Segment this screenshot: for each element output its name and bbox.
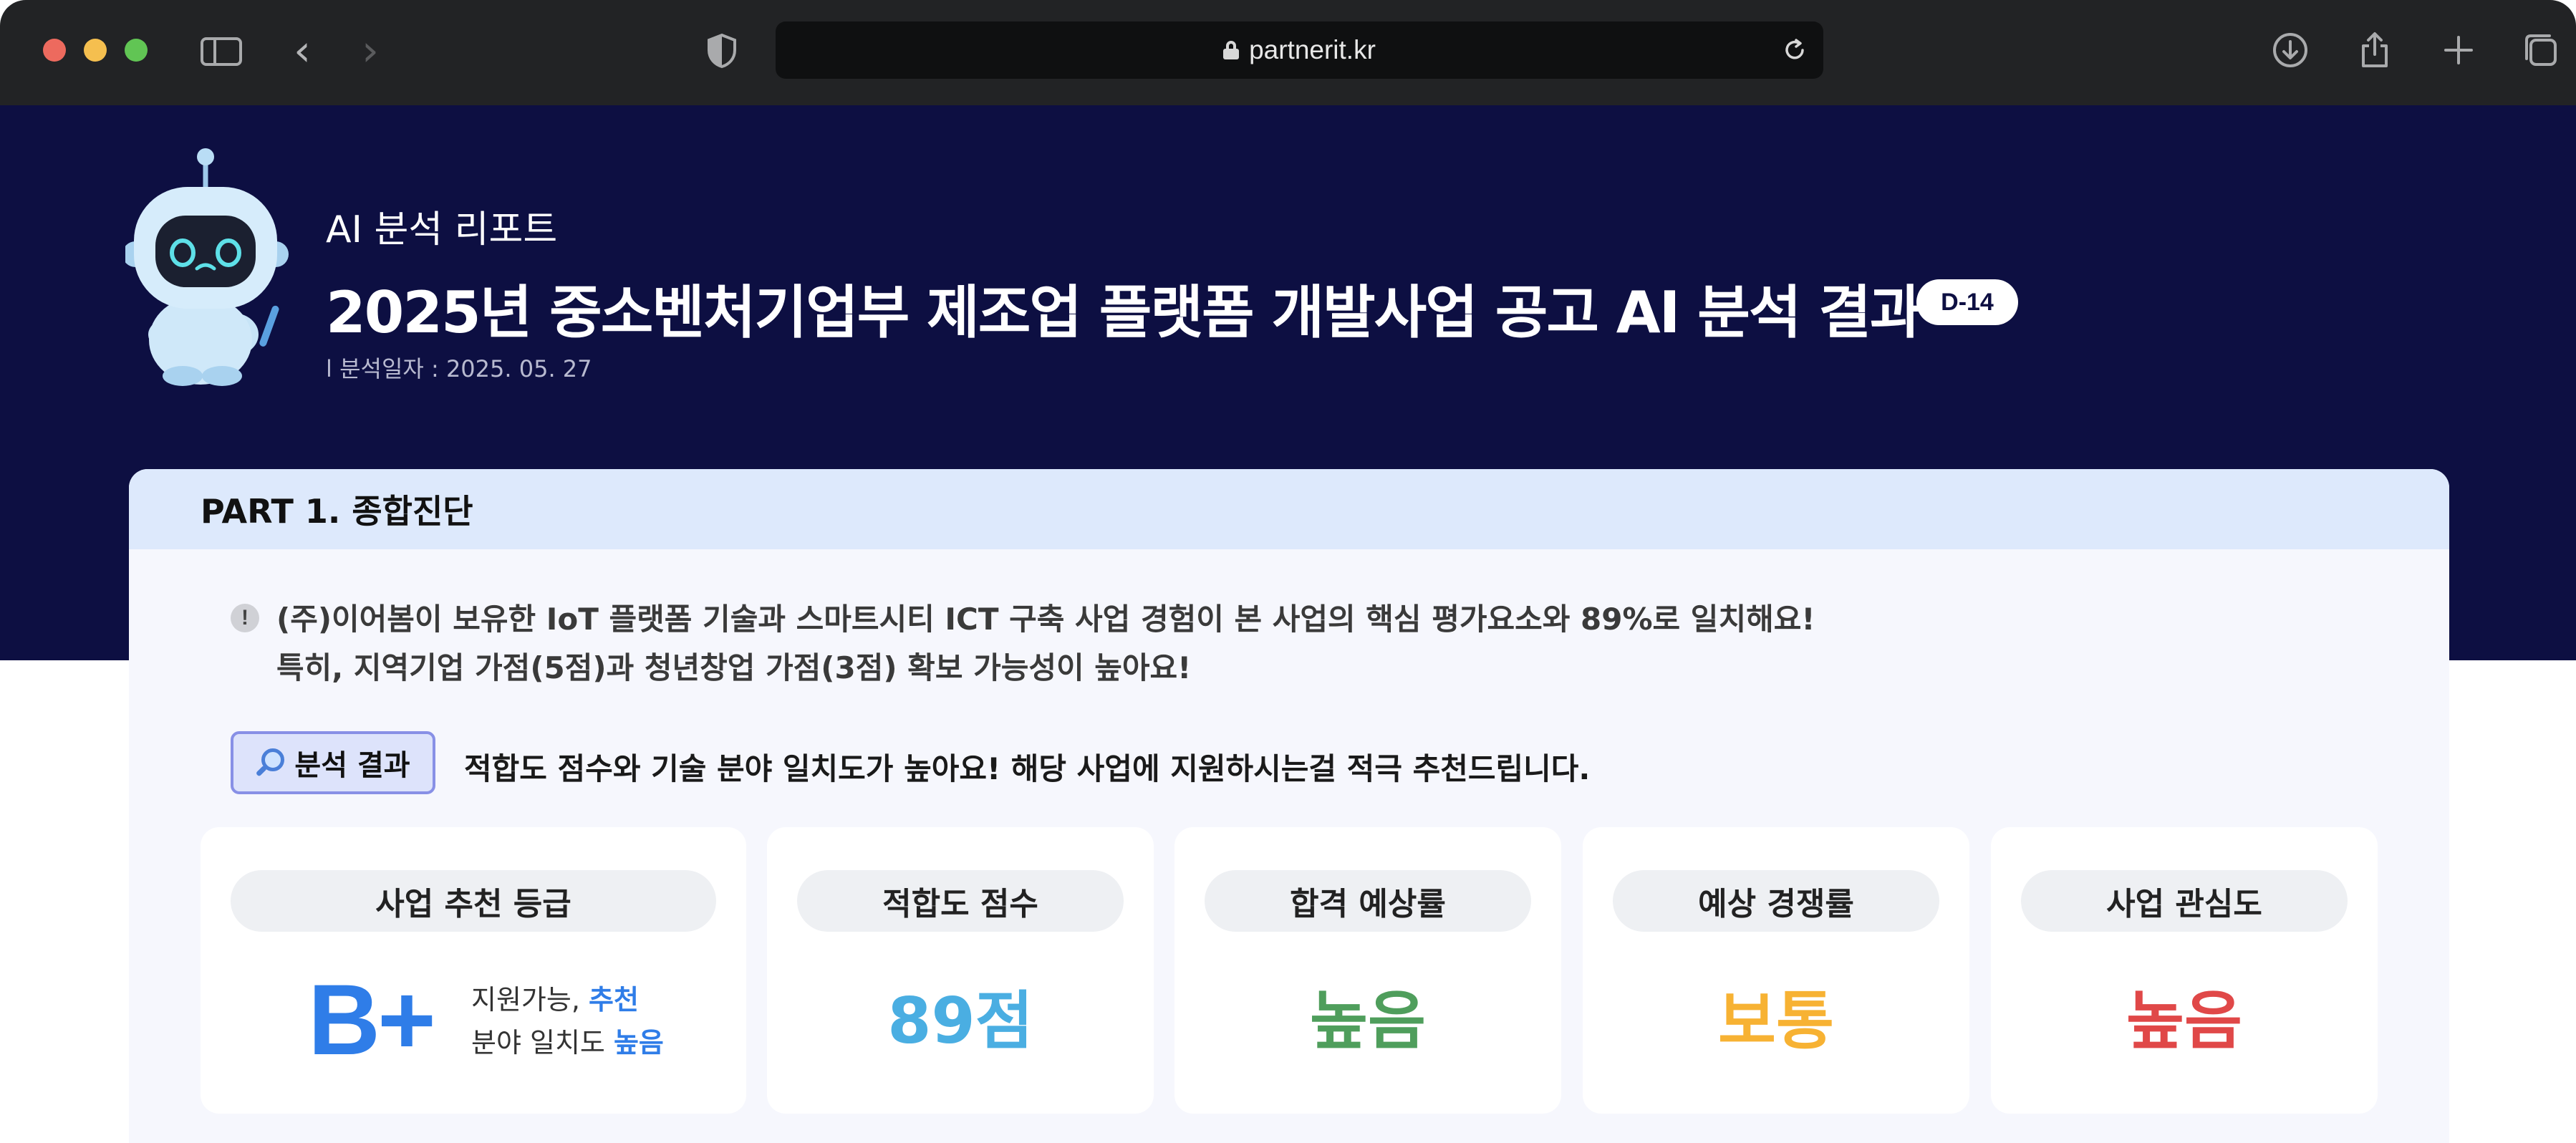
url-text: partnerit.kr (1249, 35, 1376, 64)
metric-value: 보통 (1718, 984, 1834, 1058)
metric-recommendation-grade: 사업 추천 등급 B+ 지원가능, 추천 분야 일치도 높음 (201, 827, 746, 1114)
address-bar[interactable]: partnerit.kr (776, 21, 1823, 79)
share-icon[interactable] (2355, 30, 2395, 70)
notice-line-1: (주)이어봄이 보유한 IoT 플랫폼 기술과 스마트시티 ICT 구축 사업 … (276, 602, 1815, 637)
grade-value: B+ (308, 963, 436, 1076)
minimize-window-button[interactable] (84, 39, 107, 62)
analysis-date: l 분석일자 : 2025. 05. 27 (326, 355, 592, 382)
metric-fit-score: 적합도 점수 89점 (767, 827, 1154, 1114)
grade-note-1: 지원가능, 추천 (471, 984, 639, 1016)
metric-pass-rate: 합격 예상률 높음 (1174, 827, 1561, 1114)
download-icon[interactable] (2270, 30, 2310, 70)
metric-label: 사업 추천 등급 (231, 870, 716, 932)
analysis-result-chip: 분석 결과 (231, 731, 435, 794)
metric-label: 적합도 점수 (797, 870, 1124, 932)
report-subtitle: AI 분석 리포트 (326, 208, 558, 251)
close-window-button[interactable] (43, 39, 66, 62)
privacy-shield-icon[interactable] (706, 33, 738, 69)
part1-card: PART 1. 종합진단 ! (주)이어봄이 보유한 IoT 플랫폼 기술과 스… (129, 469, 2449, 1143)
magnifier-icon (256, 747, 287, 778)
metric-competition-rate: 예상 경쟁률 보통 (1583, 827, 1969, 1114)
metric-label: 사업 관심도 (2021, 870, 2348, 932)
metric-value: 89점 (887, 984, 1033, 1058)
back-chevron-icon[interactable]: ‹ (294, 26, 311, 76)
metric-label: 예상 경쟁률 (1613, 870, 1939, 932)
metric-value: 높음 (2126, 984, 2242, 1058)
forward-chevron-icon[interactable]: › (362, 26, 379, 76)
metric-value: 높음 (1310, 984, 1426, 1058)
robot-mascot-icon (125, 148, 289, 386)
part1-title: PART 1. 종합진단 (201, 492, 473, 531)
browser-toolbar: ‹ › partnerit.kr (0, 0, 2576, 105)
tab-overview-icon[interactable] (2521, 30, 2561, 70)
page-title: 2025년 중소벤처기업부 제조업 플랫폼 개발사업 공고 AI 분석 결과 (326, 279, 1923, 346)
metric-label: 합격 예상률 (1205, 870, 1531, 932)
lock-icon (1223, 41, 1240, 59)
metric-business-interest: 사업 관심도 높음 (1991, 827, 2378, 1114)
maximize-window-button[interactable] (125, 39, 148, 62)
sidebar-toggle-icon[interactable] (201, 37, 242, 66)
result-chip-label: 분석 결과 (294, 749, 410, 782)
dday-badge: D-14 (1916, 279, 2018, 325)
analysis-result-text: 적합도 점수와 기술 분야 일치도가 높아요! 해당 사업에 지원하시는걸 적극… (464, 751, 1591, 786)
new-tab-plus-icon[interactable] (2438, 30, 2479, 70)
grade-note-2: 분야 일치도 높음 (471, 1027, 664, 1058)
notice-line-2: 특히, 지역기업 가점(5점)과 청년창업 가점(3점) 확보 가능성이 높아요… (276, 650, 1192, 685)
reload-icon[interactable] (1780, 36, 1809, 64)
exclamation-icon: ! (231, 604, 259, 632)
part1-header: PART 1. 종합진단 (129, 469, 2449, 549)
